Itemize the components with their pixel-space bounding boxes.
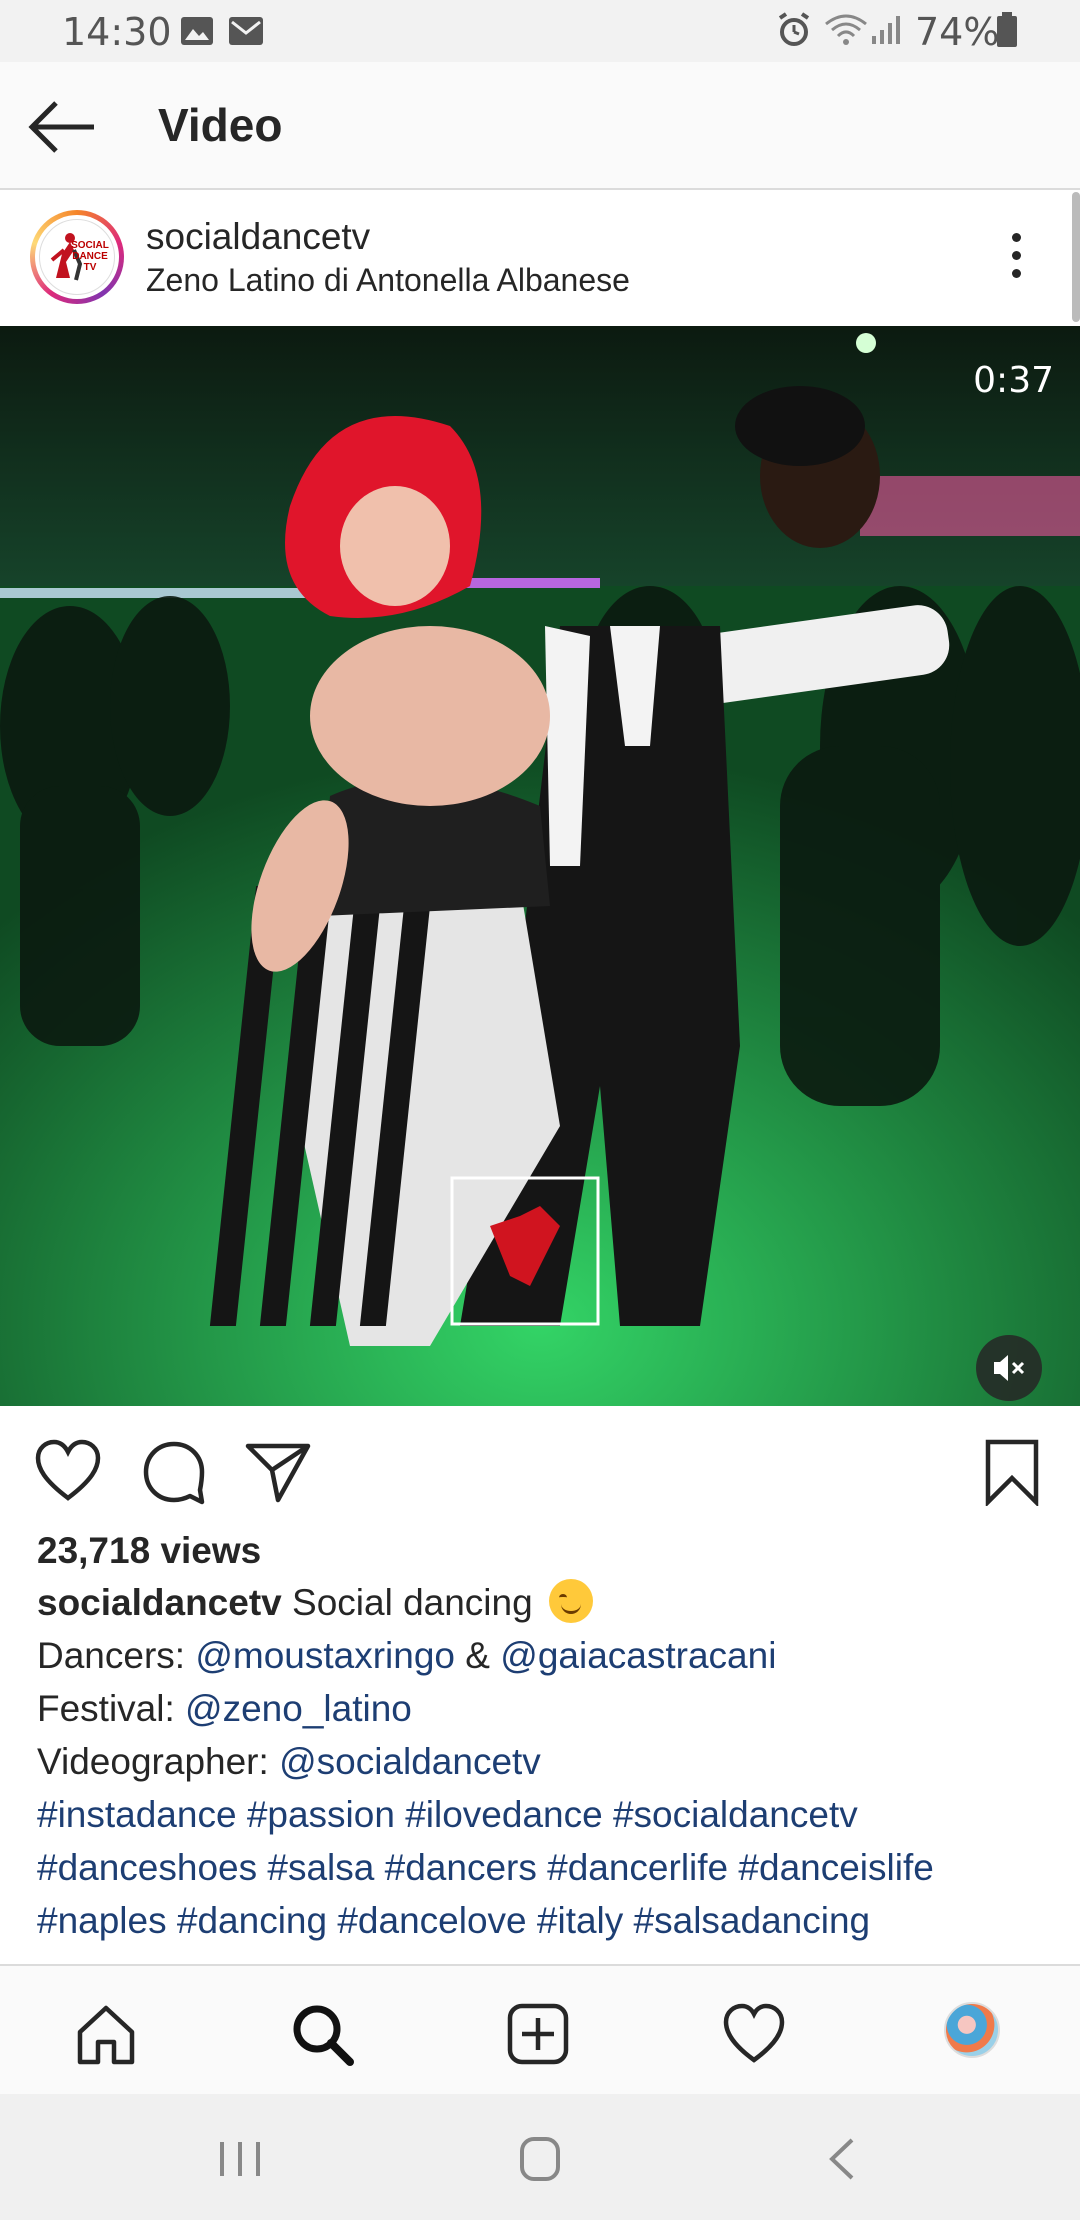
battery-icon — [997, 12, 1017, 47]
post-header: SOCIAL DANCE TV socialdancetv Zeno Latin… — [0, 192, 1080, 326]
dancer-link-1[interactable]: @moustaxringo — [195, 1635, 455, 1676]
more-options-icon[interactable] — [998, 228, 1034, 288]
caption-username[interactable]: socialdancetv — [37, 1582, 282, 1623]
bookmark-icon[interactable] — [978, 1438, 1046, 1506]
battery-percent: 74% — [915, 10, 1000, 54]
videographer-label: Videographer: — [37, 1741, 269, 1782]
email-icon — [229, 17, 263, 45]
alarm-icon — [778, 12, 810, 46]
smiling-emoji-icon — [548, 1579, 593, 1623]
bottom-navigation — [0, 1964, 1080, 2094]
status-bar: 14:30 74% — [0, 0, 1080, 62]
search-icon[interactable] — [290, 2002, 354, 2066]
post-caption: 23,718 views socialdancetv Social dancin… — [37, 1524, 1047, 1947]
status-time: 14:30 — [62, 10, 172, 54]
back-icon[interactable] — [812, 2134, 872, 2184]
hashtags-line-1[interactable]: #instadance #passion #ilovedance #social… — [37, 1788, 1047, 1841]
back-arrow-icon[interactable] — [28, 92, 98, 162]
avatar-text: SOCIAL DANCE TV — [71, 240, 109, 273]
volume-muted-icon[interactable] — [976, 1335, 1042, 1401]
post-username[interactable]: socialdancetv — [146, 216, 370, 258]
video-player[interactable]: 0:37 — [0, 326, 1080, 1406]
signal-icon — [872, 16, 900, 44]
dancer-link-2[interactable]: @gaiacastracani — [500, 1635, 776, 1676]
view-count[interactable]: 23,718 views — [37, 1524, 1047, 1577]
scrollbar — [1072, 192, 1080, 322]
hashtags-line-2[interactable]: #danceshoes #salsa #dancers #dancerlife … — [37, 1841, 1047, 1894]
profile-avatar[interactable] — [944, 2002, 1000, 2058]
app-header: Video — [0, 62, 1080, 190]
post-location[interactable]: Zeno Latino di Antonella Albanese — [146, 262, 630, 299]
recent-apps-icon[interactable] — [210, 2134, 270, 2184]
home-icon[interactable] — [74, 2002, 138, 2066]
home-button-icon[interactable] — [510, 2134, 570, 2184]
hashtags-line-3[interactable]: #naples #dancing #dancelove #italy #sals… — [37, 1894, 1047, 1947]
post-actions — [0, 1406, 1080, 1526]
caption-text: Social dancing — [292, 1582, 533, 1623]
video-timestamp: 0:37 — [973, 360, 1054, 401]
avatar[interactable]: SOCIAL DANCE TV — [30, 210, 124, 304]
gallery-icon — [181, 17, 213, 45]
system-navigation-bar — [0, 2094, 1080, 2220]
ampersand: & — [465, 1635, 490, 1676]
video-frame — [0, 326, 1080, 1406]
page-title: Video — [158, 99, 283, 151]
wifi-icon — [825, 14, 867, 45]
add-post-icon[interactable] — [506, 2002, 570, 2066]
heart-icon[interactable] — [34, 1438, 102, 1506]
festival-link[interactable]: @zeno_latino — [185, 1688, 412, 1729]
activity-heart-icon[interactable] — [722, 2002, 786, 2066]
socialdancetv-logo: SOCIAL DANCE TV — [39, 219, 115, 295]
festival-label: Festival: — [37, 1688, 175, 1729]
share-icon[interactable] — [244, 1438, 312, 1506]
comment-icon[interactable] — [140, 1438, 208, 1506]
dancers-label: Dancers: — [37, 1635, 186, 1676]
videographer-link[interactable]: @socialdancetv — [279, 1741, 541, 1782]
